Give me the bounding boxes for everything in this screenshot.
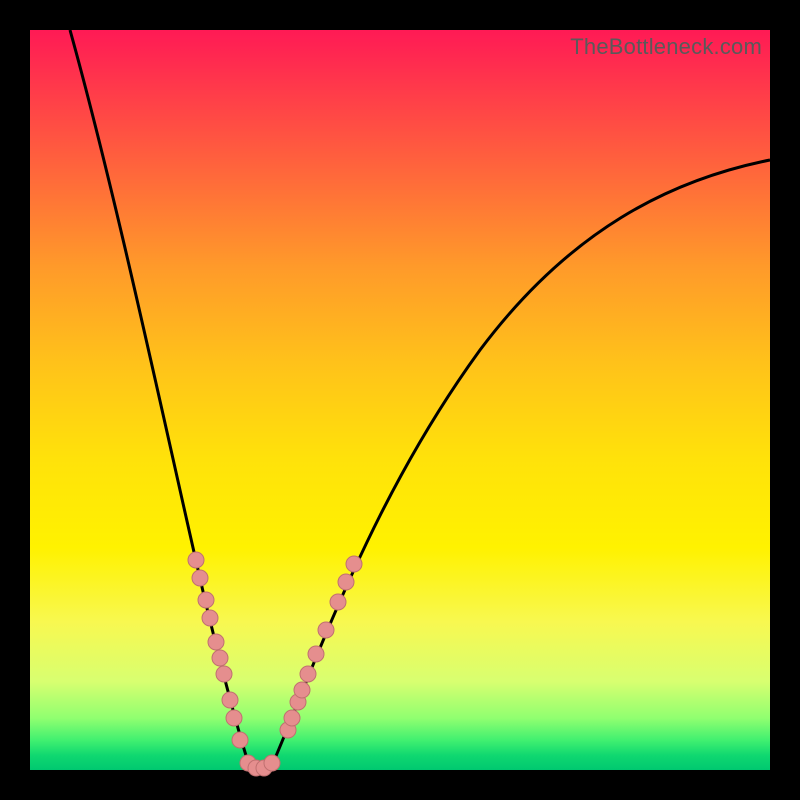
data-dot: [188, 552, 204, 568]
data-dot: [208, 634, 224, 650]
data-dot: [318, 622, 334, 638]
plot-area: TheBottleneck.com: [30, 30, 770, 770]
data-dot: [346, 556, 362, 572]
dots-bottom-group: [240, 755, 280, 776]
curve-group: [70, 30, 770, 770]
chart-frame: TheBottleneck.com: [0, 0, 800, 800]
data-dot: [308, 646, 324, 662]
data-dot: [300, 666, 316, 682]
data-dot: [216, 666, 232, 682]
data-dot: [192, 570, 208, 586]
data-dot: [198, 592, 214, 608]
data-dot: [284, 710, 300, 726]
data-dot: [338, 574, 354, 590]
data-dot: [222, 692, 238, 708]
data-dot: [294, 682, 310, 698]
data-dot: [232, 732, 248, 748]
data-dot: [202, 610, 218, 626]
data-dot: [330, 594, 346, 610]
dots-left-group: [188, 552, 248, 748]
curve-right: [270, 160, 770, 770]
chart-svg: [30, 30, 770, 770]
data-dot: [226, 710, 242, 726]
data-dot: [264, 755, 280, 771]
data-dot: [212, 650, 228, 666]
